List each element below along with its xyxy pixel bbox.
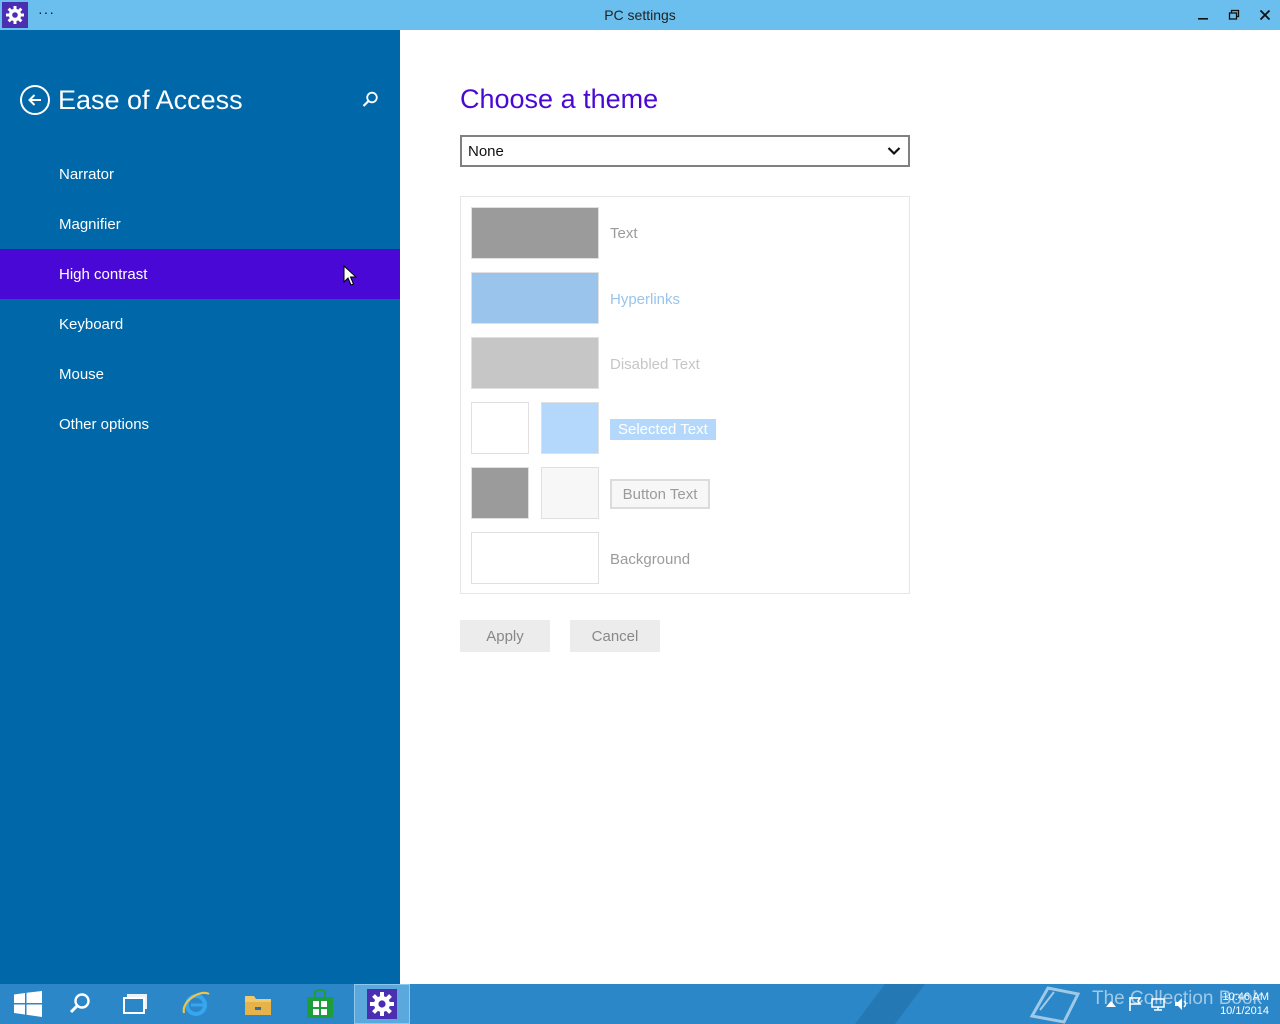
sidebar-nav: Narrator Magnifier High contrast Keyboar… xyxy=(0,149,400,449)
task-view-icon xyxy=(123,994,147,1014)
show-hidden-icons-icon[interactable] xyxy=(1104,997,1118,1011)
sidebar-item-label: Narrator xyxy=(59,165,115,183)
taskbar: The Collection Book 10:46 AM 10/1/2014 xyxy=(0,984,1280,1024)
action-center-flag-icon[interactable] xyxy=(1128,996,1142,1012)
clock-time: 10:46 AM xyxy=(1222,991,1269,1003)
store-button[interactable] xyxy=(292,984,348,1024)
taskbar-stripe-decoration xyxy=(855,984,925,1024)
task-view-button[interactable] xyxy=(108,984,164,1024)
book-logo-icon xyxy=(1029,986,1081,1024)
text-label: Text xyxy=(610,225,638,242)
sidebar-item-narrator[interactable]: Narrator xyxy=(0,149,400,199)
restore-icon xyxy=(1228,9,1240,20)
chevron-down-icon xyxy=(887,147,901,156)
sidebar: Ease of Access Narrator Magnifier High c… xyxy=(0,30,400,984)
main-content: Choose a theme None Text Hyperlinks Disa… xyxy=(400,30,1280,984)
hyperlinks-label: Hyperlinks xyxy=(610,291,681,308)
back-button[interactable] xyxy=(20,85,50,115)
sidebar-item-label: Mouse xyxy=(59,365,105,383)
sidebar-item-label: High contrast xyxy=(59,265,148,283)
back-arrow-icon xyxy=(28,94,41,106)
selected-text-foreground-swatch[interactable] xyxy=(471,402,529,454)
start-button[interactable] xyxy=(0,984,56,1024)
settings-gear-icon xyxy=(367,989,397,1019)
selected-text-label: Selected Text xyxy=(610,419,716,440)
internet-explorer-icon xyxy=(182,991,210,1016)
theme-preview: Text Hyperlinks Disabled Text Selected T… xyxy=(460,196,910,594)
sidebar-item-label: Keyboard xyxy=(59,315,124,333)
sidebar-item-label: Magnifier xyxy=(59,215,121,233)
selected-text-background-swatch[interactable] xyxy=(541,402,599,454)
disabled-text-color-swatch[interactable] xyxy=(471,337,599,389)
store-bag-icon xyxy=(307,989,333,1018)
background-label: Background xyxy=(610,551,691,568)
button-text-foreground-swatch[interactable] xyxy=(471,467,529,519)
theme-dropdown[interactable]: None xyxy=(460,135,910,167)
clock-date: 10/1/2014 xyxy=(1220,1005,1269,1017)
internet-explorer-button[interactable] xyxy=(168,984,224,1024)
system-tray xyxy=(1104,984,1190,1024)
hyperlinks-color-swatch[interactable] xyxy=(471,272,599,324)
disabled-text-label: Disabled Text xyxy=(610,356,700,373)
button-text-label: Button Text xyxy=(610,479,710,509)
apply-button[interactable]: Apply xyxy=(460,620,550,652)
sidebar-item-other-options[interactable]: Other options xyxy=(0,399,400,449)
folder-icon xyxy=(245,996,271,1015)
sidebar-heading: Ease of Access xyxy=(58,84,243,115)
minimize-button[interactable] xyxy=(1187,0,1219,30)
sidebar-item-keyboard[interactable]: Keyboard xyxy=(0,299,400,349)
volume-icon[interactable] xyxy=(1174,996,1190,1012)
background-color-swatch[interactable] xyxy=(471,532,599,584)
windows-logo-icon xyxy=(14,991,42,1017)
mouse-cursor-icon xyxy=(343,265,357,286)
close-button[interactable] xyxy=(1249,0,1280,30)
title-bar: ··· PC settings xyxy=(0,0,1280,30)
search-icon xyxy=(69,993,90,1014)
sidebar-item-high-contrast[interactable]: High contrast xyxy=(0,249,400,299)
sidebar-header: Ease of Access xyxy=(20,84,243,116)
sidebar-item-magnifier[interactable]: Magnifier xyxy=(0,199,400,249)
taskbar-search-button[interactable] xyxy=(52,984,108,1024)
network-icon[interactable] xyxy=(1150,996,1166,1012)
search-button[interactable] xyxy=(360,90,380,110)
minimize-icon xyxy=(1198,18,1208,20)
theme-dropdown-value: None xyxy=(468,142,504,160)
search-icon xyxy=(362,91,378,107)
page-title: Choose a theme xyxy=(460,84,659,114)
sidebar-item-mouse[interactable]: Mouse xyxy=(0,349,400,399)
text-color-swatch[interactable] xyxy=(471,207,599,259)
restore-button[interactable] xyxy=(1218,0,1250,30)
cancel-button[interactable]: Cancel xyxy=(570,620,660,652)
clock[interactable]: 10:46 AM 10/1/2014 xyxy=(1205,990,1269,1018)
file-explorer-button[interactable] xyxy=(230,984,286,1024)
button-text-background-swatch[interactable] xyxy=(541,467,599,519)
pc-settings-taskbar-button[interactable] xyxy=(354,984,410,1024)
close-icon xyxy=(1259,9,1271,21)
sidebar-item-label: Other options xyxy=(59,415,150,433)
window-title: PC settings xyxy=(604,7,676,23)
